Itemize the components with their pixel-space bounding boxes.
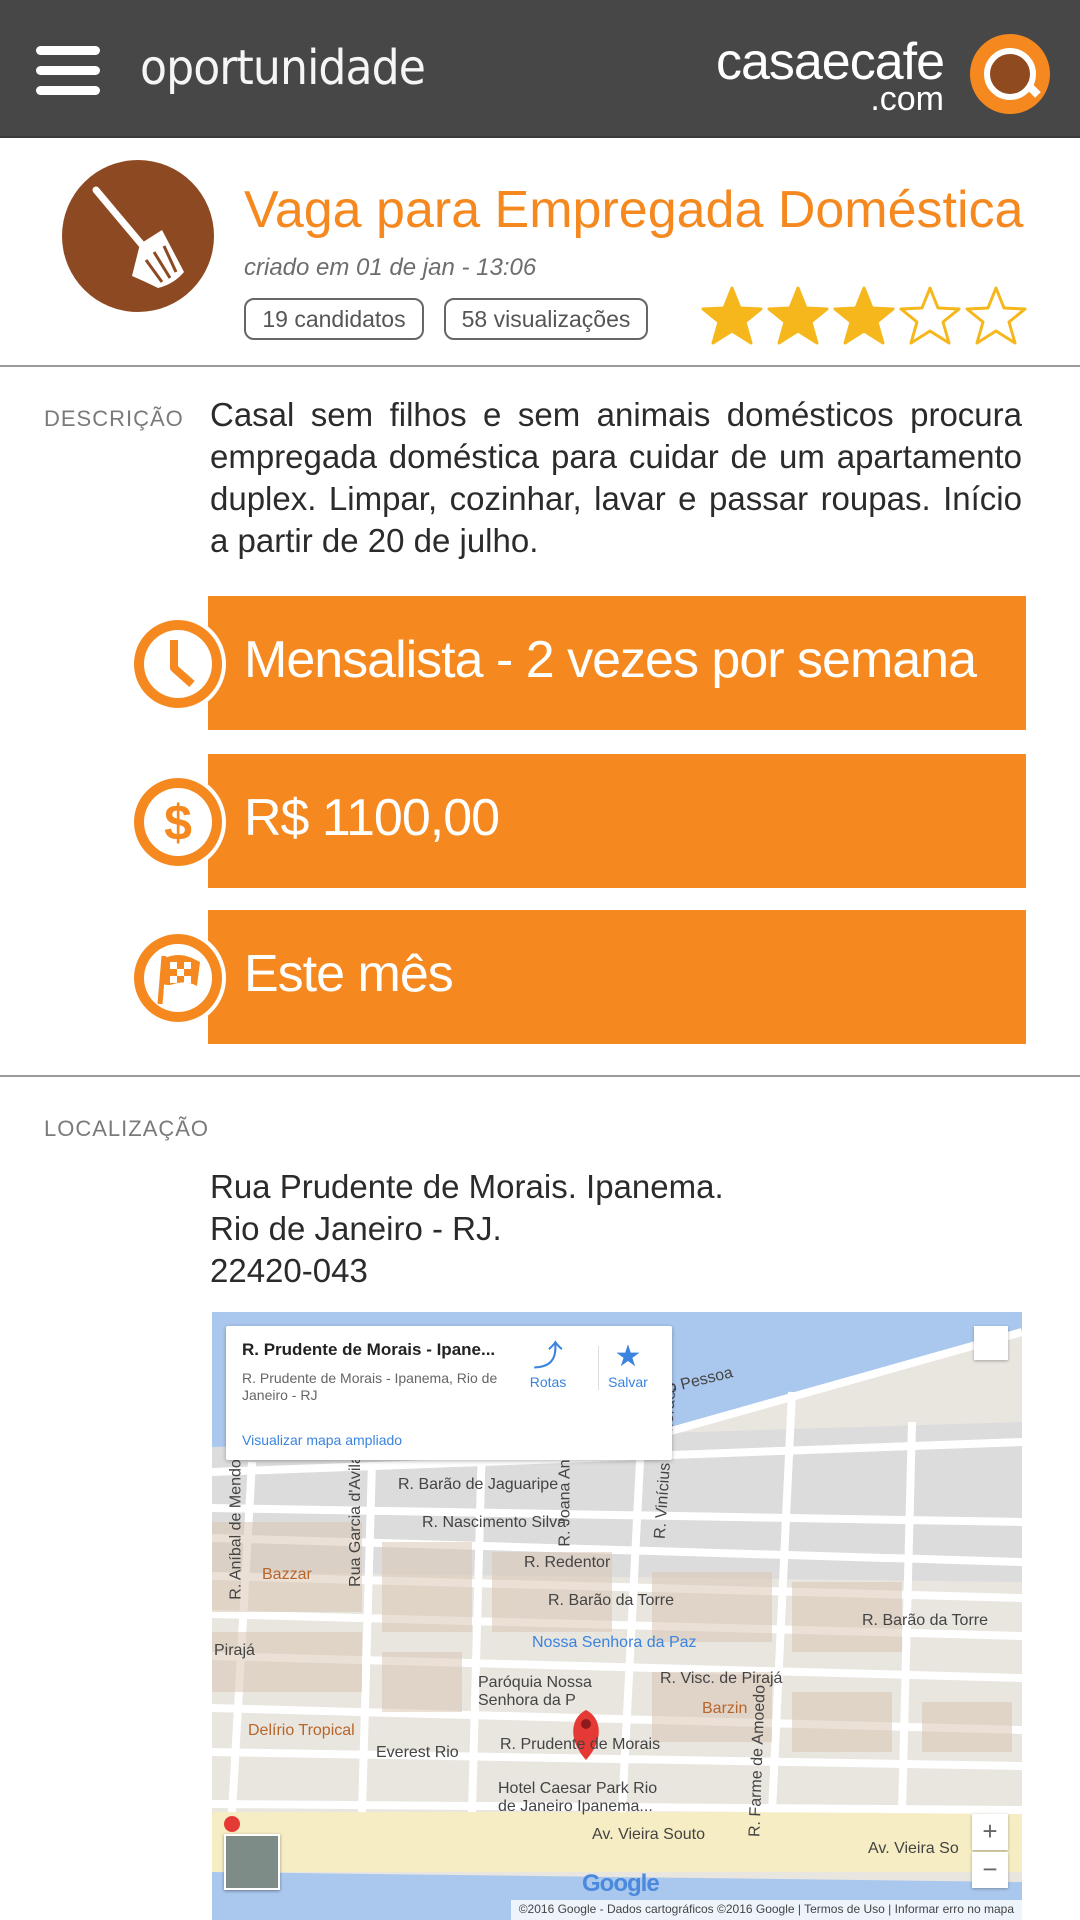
- map-label: R. Barão de Jaguaripe: [398, 1476, 559, 1493]
- description-label: DESCRIÇÃO: [44, 406, 184, 431]
- page-title: oportunidade: [140, 40, 426, 96]
- schedule-row: Mensalista - 2 vezes por semana: [130, 596, 1026, 732]
- salary-text: R$ 1100,00: [244, 789, 500, 847]
- map-label: Pirajá: [214, 1642, 255, 1659]
- map-label: Hotel Caesar Park Rio de Janeiro Ipanema…: [498, 1780, 658, 1815]
- star-empty-icon: [965, 286, 1027, 345]
- logo-mark-icon: [970, 34, 1050, 114]
- address-zip: 22420-043: [210, 1252, 368, 1289]
- map-label: Everest Rio: [376, 1744, 459, 1761]
- candidates-badge[interactable]: 19 candidatos: [244, 298, 424, 340]
- map-label: R. Joana Anç: [556, 1451, 574, 1547]
- map-label: Rua Garcia d'Avila: [346, 1455, 364, 1587]
- map-label: R. Redentor: [524, 1554, 611, 1571]
- save-label: Salvar: [608, 1374, 648, 1390]
- map-card-title: R. Prudente de Morais - Ipane...: [242, 1340, 496, 1359]
- address: Rua Prudente de Morais. Ipanema. Rio de …: [210, 1166, 724, 1292]
- broom-icon: [62, 160, 214, 312]
- map-label: Paróquia Nossa Senhora da P: [478, 1674, 592, 1709]
- map-label: R. Aníbal de Mendonç: [227, 1442, 245, 1600]
- map-attribution[interactable]: ©2016 Google - Dados cartográficos ©2016…: [510, 1900, 1022, 1920]
- created-date: criado em 01 de jan - 13:06: [244, 254, 537, 281]
- logo-domain: .com: [870, 80, 944, 118]
- clock-icon: [130, 616, 226, 712]
- map-card-subtitle: R. Prudente de Morais - Ipanema, Rio de …: [242, 1370, 498, 1403]
- map-label: Av. Vieira So: [868, 1840, 959, 1857]
- map-label: Nossa Senhora da Paz: [532, 1634, 697, 1651]
- location-label: LOCALIZAÇÃO: [44, 1116, 210, 1141]
- start-text: Este mês: [244, 945, 454, 1003]
- save-button[interactable]: ★ Salvar: [598, 1340, 658, 1390]
- directions-icon: ⤴: [533, 1340, 563, 1373]
- star-empty-icon: [899, 286, 961, 345]
- divider: [0, 365, 1080, 367]
- directions-button[interactable]: ⤴ Rotas: [518, 1340, 578, 1390]
- map-info-card: R. Prudente de Morais - Ipane... R. Prud…: [226, 1326, 672, 1460]
- zoom-out-button[interactable]: −: [972, 1852, 1008, 1888]
- dollar-icon: $: [130, 774, 226, 870]
- view-larger-map-link[interactable]: Visualizar mapa ampliado: [242, 1432, 402, 1448]
- address-city: Rio de Janeiro - RJ.: [210, 1210, 502, 1247]
- rating-stars: [700, 284, 1030, 348]
- map-label: R. Barão da Torre: [862, 1612, 988, 1629]
- star-filled-icon: [767, 286, 829, 345]
- star-filled-icon: [833, 286, 895, 345]
- map-label: Barzin: [702, 1700, 748, 1717]
- logo[interactable]: casaecafe .com: [716, 30, 1050, 118]
- schedule-text: Mensalista - 2 vezes por semana: [244, 631, 977, 689]
- checkered-flag-icon: [130, 930, 226, 1026]
- star-icon: ★: [614, 1340, 642, 1373]
- satellite-toggle[interactable]: [224, 1834, 280, 1890]
- start-row: Este mês: [130, 910, 1026, 1046]
- divider: [0, 1075, 1080, 1077]
- star-filled-icon: [701, 286, 763, 345]
- map-label: Delírio Tropical: [248, 1722, 355, 1739]
- map-label: Av. Vieira Souto: [592, 1826, 705, 1843]
- views-badge: 58 visualizações: [444, 298, 648, 340]
- google-logo: Google: [582, 1870, 660, 1897]
- job-title: Vaga para Empregada Doméstica: [244, 181, 1024, 239]
- map[interactable]: o Pessoa R. Barão de Jaguaripe R. Nascim…: [212, 1312, 1022, 1920]
- map-label: Bazzar: [262, 1566, 312, 1583]
- salary-row: R$ 1100,00 $: [130, 754, 1026, 890]
- map-label: R. Prudente de Morais: [500, 1736, 661, 1753]
- map-label: R. Nascimento Silva: [422, 1514, 567, 1531]
- zoom-in-button[interactable]: +: [972, 1814, 1008, 1850]
- street-view-icon[interactable]: [974, 1326, 1008, 1360]
- address-street: Rua Prudente de Morais. Ipanema.: [210, 1168, 724, 1205]
- directions-label: Rotas: [529, 1374, 567, 1390]
- svg-text:$: $: [164, 795, 192, 851]
- menu-icon[interactable]: [36, 46, 100, 95]
- description-text: Casal sem filhos e sem animais doméstico…: [210, 396, 1022, 559]
- top-bar: oportunidade casaecafe .com: [0, 0, 1080, 138]
- map-label: R. Barão da Torre: [548, 1592, 674, 1609]
